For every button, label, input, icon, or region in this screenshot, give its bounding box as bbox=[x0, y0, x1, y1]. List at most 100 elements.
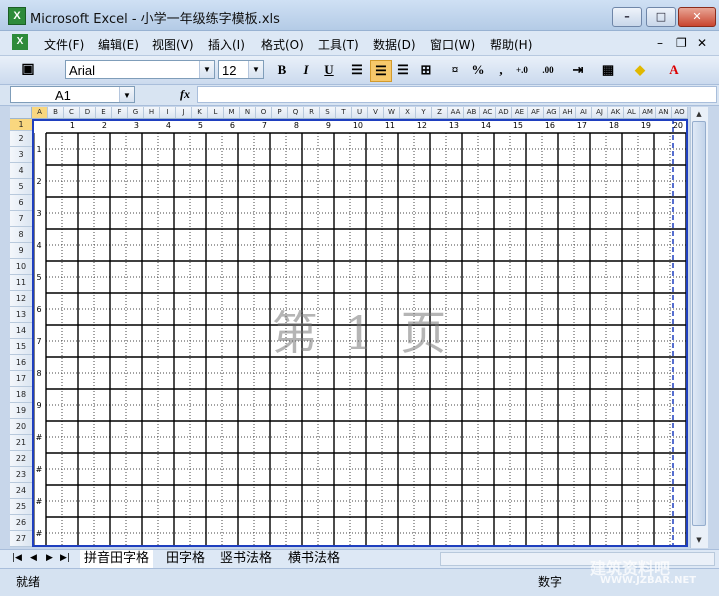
row-header[interactable]: 6 bbox=[10, 195, 32, 211]
menu-file[interactable]: 文件(F) bbox=[44, 36, 84, 53]
select-all-corner[interactable] bbox=[10, 107, 32, 119]
column-header[interactable]: AB bbox=[464, 107, 480, 118]
scroll-thumb[interactable] bbox=[692, 121, 706, 526]
align-left-icon[interactable]: ☰ bbox=[347, 60, 367, 80]
row-header[interactable]: 7 bbox=[10, 211, 32, 227]
row-header[interactable]: 10 bbox=[10, 259, 32, 275]
indent-icon[interactable]: ⇥ bbox=[568, 60, 588, 80]
decrease-decimal-button[interactable]: .00 bbox=[538, 60, 558, 80]
italic-button[interactable]: I bbox=[296, 60, 316, 80]
tab-horizontal-calligraphy[interactable]: 横书法格 bbox=[284, 550, 344, 567]
close-button[interactable]: ✕ bbox=[678, 7, 716, 27]
column-header[interactable]: Q bbox=[288, 107, 304, 118]
menu-edit[interactable]: 编辑(E) bbox=[98, 36, 139, 53]
row-header[interactable]: 8 bbox=[10, 227, 32, 243]
row-header[interactable]: 26 bbox=[10, 515, 32, 531]
column-header[interactable]: AD bbox=[496, 107, 512, 118]
column-header[interactable]: S bbox=[320, 107, 336, 118]
minimize-button[interactable]: – bbox=[612, 7, 642, 27]
save-icon[interactable]: ▣ bbox=[18, 60, 38, 80]
row-header[interactable]: 1 bbox=[10, 119, 32, 131]
column-header[interactable]: R bbox=[304, 107, 320, 118]
row-header[interactable]: 22 bbox=[10, 451, 32, 467]
scroll-down-icon[interactable]: ▼ bbox=[692, 534, 706, 546]
row-header[interactable]: 16 bbox=[10, 355, 32, 371]
column-header[interactable]: G bbox=[128, 107, 144, 118]
font-name-select[interactable]: Arial ▼ bbox=[65, 60, 215, 79]
currency-icon[interactable]: ¤ bbox=[445, 60, 465, 80]
bold-button[interactable]: B bbox=[272, 60, 292, 80]
row-header[interactable]: 24 bbox=[10, 483, 32, 499]
column-header[interactable]: H bbox=[144, 107, 160, 118]
column-header[interactable]: I bbox=[160, 107, 176, 118]
column-header[interactable]: X bbox=[400, 107, 416, 118]
column-header[interactable]: B bbox=[48, 107, 64, 118]
formula-input[interactable] bbox=[197, 86, 717, 103]
last-sheet-icon[interactable]: ▶| bbox=[60, 553, 70, 563]
tab-vertical-calligraphy[interactable]: 竖书法格 bbox=[216, 550, 276, 567]
row-header[interactable]: 12 bbox=[10, 291, 32, 307]
row-header[interactable]: 15 bbox=[10, 339, 32, 355]
increase-decimal-button[interactable]: +.0 bbox=[512, 60, 532, 80]
underline-button[interactable]: U bbox=[319, 60, 339, 80]
align-center-icon[interactable]: ☰ bbox=[370, 60, 392, 82]
menu-window[interactable]: 窗口(W) bbox=[430, 36, 475, 53]
column-header[interactable]: T bbox=[336, 107, 352, 118]
row-header[interactable]: 23 bbox=[10, 467, 32, 483]
tab-pinyin-grid[interactable]: 拼音田字格 bbox=[80, 550, 154, 569]
row-header[interactable]: 5 bbox=[10, 179, 32, 195]
row-header[interactable]: 21 bbox=[10, 435, 32, 451]
column-header[interactable]: O bbox=[256, 107, 272, 118]
column-header[interactable]: AM bbox=[640, 107, 656, 118]
column-header[interactable]: D bbox=[80, 107, 96, 118]
menu-view[interactable]: 视图(V) bbox=[152, 36, 194, 53]
vertical-scrollbar[interactable]: ▲ ▼ bbox=[690, 107, 708, 548]
row-header[interactable]: 19 bbox=[10, 403, 32, 419]
row-header[interactable]: 3 bbox=[10, 147, 32, 163]
row-header[interactable]: 13 bbox=[10, 307, 32, 323]
column-header[interactable]: F bbox=[112, 107, 128, 118]
column-header[interactable]: K bbox=[192, 107, 208, 118]
menu-format[interactable]: 格式(O) bbox=[261, 36, 304, 53]
workbook-icon[interactable]: X bbox=[12, 34, 28, 50]
column-header[interactable]: U bbox=[352, 107, 368, 118]
column-header[interactable]: AN bbox=[656, 107, 672, 118]
column-header[interactable]: M bbox=[224, 107, 240, 118]
worksheet-grid[interactable]: 1 2 3 4 5 6 7 8 9 10 11 12 13 14 15 16 17 18 19 20 1 2 3 4 5 6 7 8 9… bbox=[32, 119, 688, 547]
column-header[interactable]: AC bbox=[480, 107, 496, 118]
row-header[interactable]: 17 bbox=[10, 371, 32, 387]
doc-minimize-button[interactable]: – bbox=[657, 36, 663, 50]
column-header[interactable]: AK bbox=[608, 107, 624, 118]
column-header[interactable]: J bbox=[176, 107, 192, 118]
column-header[interactable]: L bbox=[208, 107, 224, 118]
first-sheet-icon[interactable]: |◀ bbox=[12, 553, 22, 563]
next-sheet-icon[interactable]: ▶ bbox=[46, 553, 53, 563]
tab-tian-grid[interactable]: 田字格 bbox=[162, 550, 209, 567]
row-header[interactable]: 9 bbox=[10, 243, 32, 259]
menu-help[interactable]: 帮助(H) bbox=[490, 36, 532, 53]
row-header[interactable]: 27 bbox=[10, 531, 32, 547]
column-header[interactable]: AJ bbox=[592, 107, 608, 118]
merge-center-icon[interactable]: ⊞ bbox=[416, 60, 436, 80]
row-header[interactable]: 2 bbox=[10, 131, 32, 147]
column-header[interactable]: C bbox=[64, 107, 80, 118]
column-header[interactable]: AA bbox=[448, 107, 464, 118]
column-header[interactable]: AE bbox=[512, 107, 528, 118]
borders-icon[interactable]: ▦ bbox=[598, 60, 618, 80]
row-header[interactable]: 20 bbox=[10, 419, 32, 435]
column-header[interactable]: Y bbox=[416, 107, 432, 118]
maximize-button[interactable]: □ bbox=[646, 7, 676, 27]
column-header[interactable]: P bbox=[272, 107, 288, 118]
column-header[interactable]: AI bbox=[576, 107, 592, 118]
menu-data[interactable]: 数据(D) bbox=[373, 36, 416, 53]
column-header[interactable]: W bbox=[384, 107, 400, 118]
align-right-icon[interactable]: ☰ bbox=[393, 60, 413, 80]
menu-tools[interactable]: 工具(T) bbox=[318, 36, 359, 53]
comma-button[interactable]: , bbox=[491, 60, 511, 80]
row-header[interactable]: 25 bbox=[10, 499, 32, 515]
column-header[interactable]: AO bbox=[672, 107, 688, 118]
menu-insert[interactable]: 插入(I) bbox=[208, 36, 245, 53]
doc-restore-button[interactable]: ❐ bbox=[676, 36, 687, 50]
column-header[interactable]: Z bbox=[432, 107, 448, 118]
doc-close-button[interactable]: ✕ bbox=[697, 36, 707, 50]
